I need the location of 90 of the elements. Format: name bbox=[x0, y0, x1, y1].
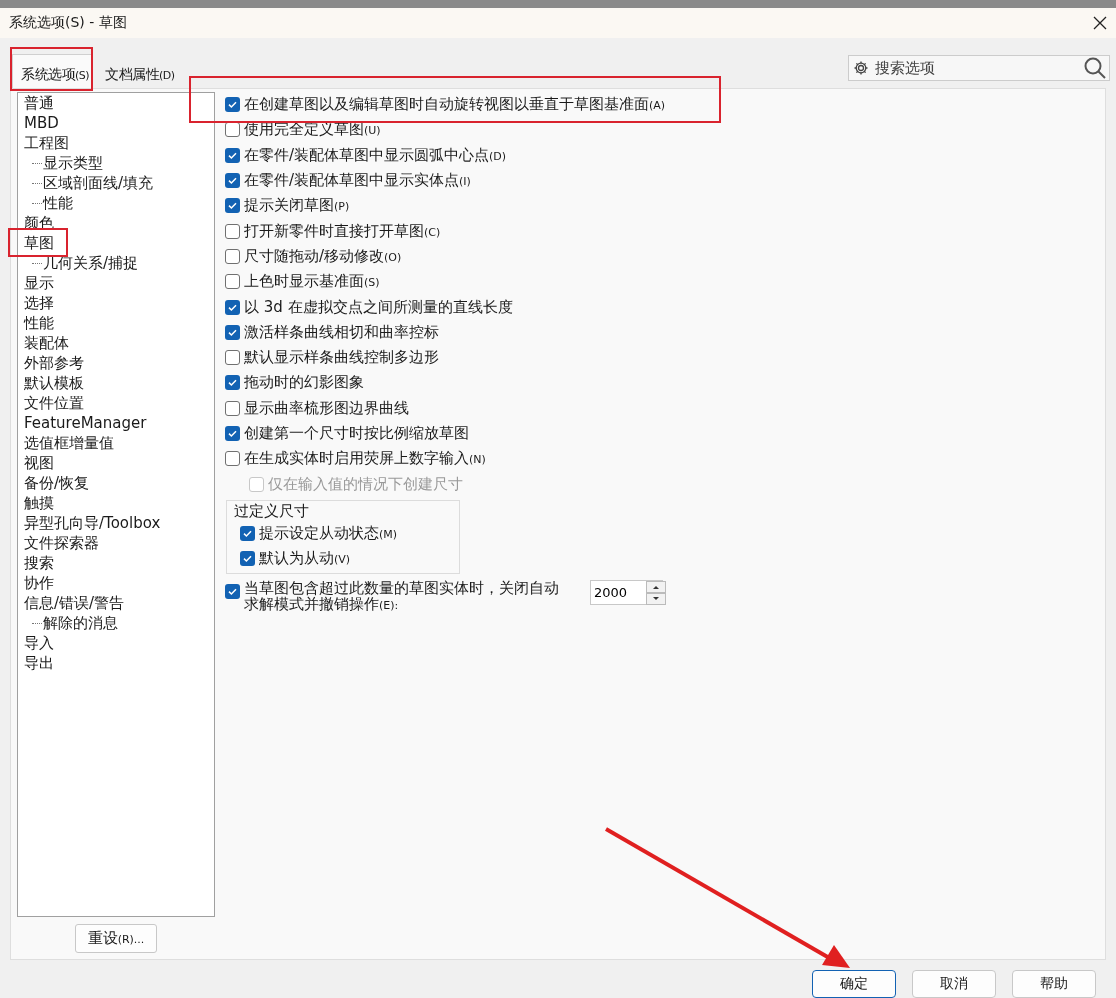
number-input[interactable]: 2000 bbox=[591, 581, 646, 605]
checkmark-icon bbox=[228, 379, 237, 387]
checkbox[interactable] bbox=[225, 299, 240, 315]
checkbox[interactable] bbox=[225, 173, 240, 189]
checkmark-icon bbox=[228, 430, 237, 438]
tree-item[interactable]: 选择 bbox=[24, 293, 214, 313]
option-label: 默认为从动(V) bbox=[259, 549, 351, 569]
number-spinner[interactable]: 2000 bbox=[590, 580, 663, 606]
option-label: 激活样条曲线相切和曲率控标 bbox=[244, 322, 439, 342]
option-label: 拖动时的幻影图象 bbox=[244, 373, 364, 393]
search-icon[interactable] bbox=[1083, 56, 1107, 80]
tree-item[interactable]: 性能 bbox=[43, 193, 73, 213]
checkmark-icon bbox=[228, 152, 237, 159]
option-label: 仅在输入值的情况下创建尺寸 bbox=[268, 474, 463, 494]
checkmark-icon bbox=[228, 177, 237, 185]
tree-item[interactable]: 搜索 bbox=[24, 553, 214, 573]
checkbox[interactable] bbox=[225, 198, 240, 214]
tree-item[interactable]: 选值框增量值 bbox=[24, 433, 214, 453]
gear-icon bbox=[853, 60, 869, 76]
tree-item[interactable]: 工程图 bbox=[24, 133, 214, 153]
group-title: 过定义尺寸 bbox=[234, 500, 309, 521]
option-label: 打开新零件时直接打开草图(C) bbox=[244, 221, 441, 241]
tree-item[interactable]: FeatureManager bbox=[24, 413, 214, 433]
tree-item[interactable]: 信息/错误/警告 bbox=[24, 593, 214, 613]
option-label: 创建第一个尺寸时按比例缩放草图 bbox=[244, 424, 469, 443]
option-label: 在零件/装配体草图中显示实体点(I) bbox=[244, 171, 471, 191]
dialog-button[interactable]: 确定 bbox=[812, 970, 896, 998]
search-field[interactable]: 搜索选项 bbox=[848, 55, 1110, 81]
checkbox[interactable] bbox=[225, 350, 240, 366]
option-label: 上色时显示基准面(S) bbox=[244, 272, 380, 292]
tree-item[interactable]: 草图 bbox=[24, 233, 214, 253]
checkbox[interactable] bbox=[225, 274, 240, 290]
spin-up-button[interactable] bbox=[646, 581, 666, 594]
checkbox[interactable] bbox=[240, 551, 255, 567]
tree-item[interactable]: MBD bbox=[24, 113, 214, 133]
checkbox[interactable] bbox=[225, 147, 240, 163]
option-label: 默认显示样条曲线控制多边形 bbox=[244, 348, 439, 368]
option-label: 在生成实体时启用荧屏上数字输入(N) bbox=[244, 449, 486, 469]
checkmark-icon bbox=[228, 329, 237, 336]
checkmark-icon bbox=[228, 588, 237, 596]
option-label: 尺寸随拖动/移动修改(O) bbox=[244, 246, 402, 266]
checkmark-icon bbox=[228, 202, 237, 210]
option-label: 在零件/装配体草图中显示圆弧中心点(D) bbox=[244, 145, 507, 165]
option-label: 以 3d 在虚拟交点之间所测量的直线长度 bbox=[244, 297, 513, 317]
reset-button[interactable]: 重设(R)... bbox=[74, 924, 158, 953]
tree-item[interactable]: 解除的消息 bbox=[43, 613, 118, 633]
option-label: 提示关闭草图(P) bbox=[244, 196, 350, 216]
tree-item[interactable]: 协作 bbox=[24, 573, 214, 593]
tree-item[interactable]: 备份/恢复 bbox=[24, 473, 214, 493]
dialog-button[interactable]: 取消 bbox=[912, 970, 996, 998]
tree-item[interactable]: 默认模板 bbox=[24, 373, 214, 393]
checkmark-icon bbox=[228, 101, 237, 109]
tree-item[interactable]: 异型孔向导/Toolbox bbox=[24, 513, 214, 533]
tab[interactable]: 系统选项(S) bbox=[12, 54, 93, 88]
tree-item[interactable]: 触摸 bbox=[24, 493, 214, 513]
tree-item[interactable]: 区域剖面线/填充 bbox=[43, 173, 154, 193]
tree-item[interactable]: 导入 bbox=[24, 633, 214, 653]
tree-item[interactable]: 文件位置 bbox=[24, 393, 214, 413]
checkbox[interactable] bbox=[225, 223, 240, 239]
checkbox[interactable] bbox=[225, 451, 240, 467]
dialog-button[interactable]: 帮助 bbox=[1012, 970, 1096, 998]
option-label: 当草图包含超过此数量的草图实体时，关闭自动求解模式并撤销操作(E): bbox=[244, 580, 560, 615]
option-label: 显示曲率梳形图边界曲线 bbox=[244, 398, 409, 418]
window-title: 系统选项(S) - 草图 bbox=[9, 14, 127, 32]
checkmark-icon bbox=[243, 555, 252, 563]
tree-item[interactable]: 视图 bbox=[24, 453, 214, 473]
checkmark-icon bbox=[243, 530, 252, 537]
checkbox[interactable] bbox=[225, 426, 240, 441]
checkbox[interactable] bbox=[225, 248, 240, 264]
search-input[interactable]: 搜索选项 bbox=[873, 58, 1079, 78]
spin-down-button[interactable] bbox=[646, 593, 666, 606]
checkmark-icon bbox=[228, 303, 237, 311]
checkbox[interactable] bbox=[225, 584, 240, 600]
tree-item[interactable]: 显示类型 bbox=[43, 153, 103, 173]
tree-item[interactable]: 显示 bbox=[24, 273, 214, 293]
checkbox[interactable] bbox=[225, 375, 240, 391]
checkbox[interactable] bbox=[225, 324, 240, 340]
tree-item[interactable]: 文件探索器 bbox=[24, 533, 214, 553]
highlight-frame bbox=[8, 228, 68, 257]
checkbox[interactable] bbox=[240, 525, 255, 541]
tree-item[interactable]: 装配体 bbox=[24, 333, 214, 353]
option-label: 在创建草图以及编辑草图时自动旋转视图以垂直于草图基准面(A) bbox=[244, 95, 666, 115]
tree-item[interactable]: 普通 bbox=[24, 93, 214, 113]
close-icon[interactable] bbox=[1092, 15, 1108, 31]
checkbox[interactable] bbox=[225, 97, 240, 113]
checkbox[interactable] bbox=[225, 400, 240, 416]
tree-item[interactable]: 导出 bbox=[24, 653, 214, 673]
option-label: 提示设定从动状态(M) bbox=[259, 523, 398, 543]
tree-item[interactable]: 性能 bbox=[24, 313, 214, 333]
tree-item[interactable]: 外部参考 bbox=[24, 353, 214, 373]
